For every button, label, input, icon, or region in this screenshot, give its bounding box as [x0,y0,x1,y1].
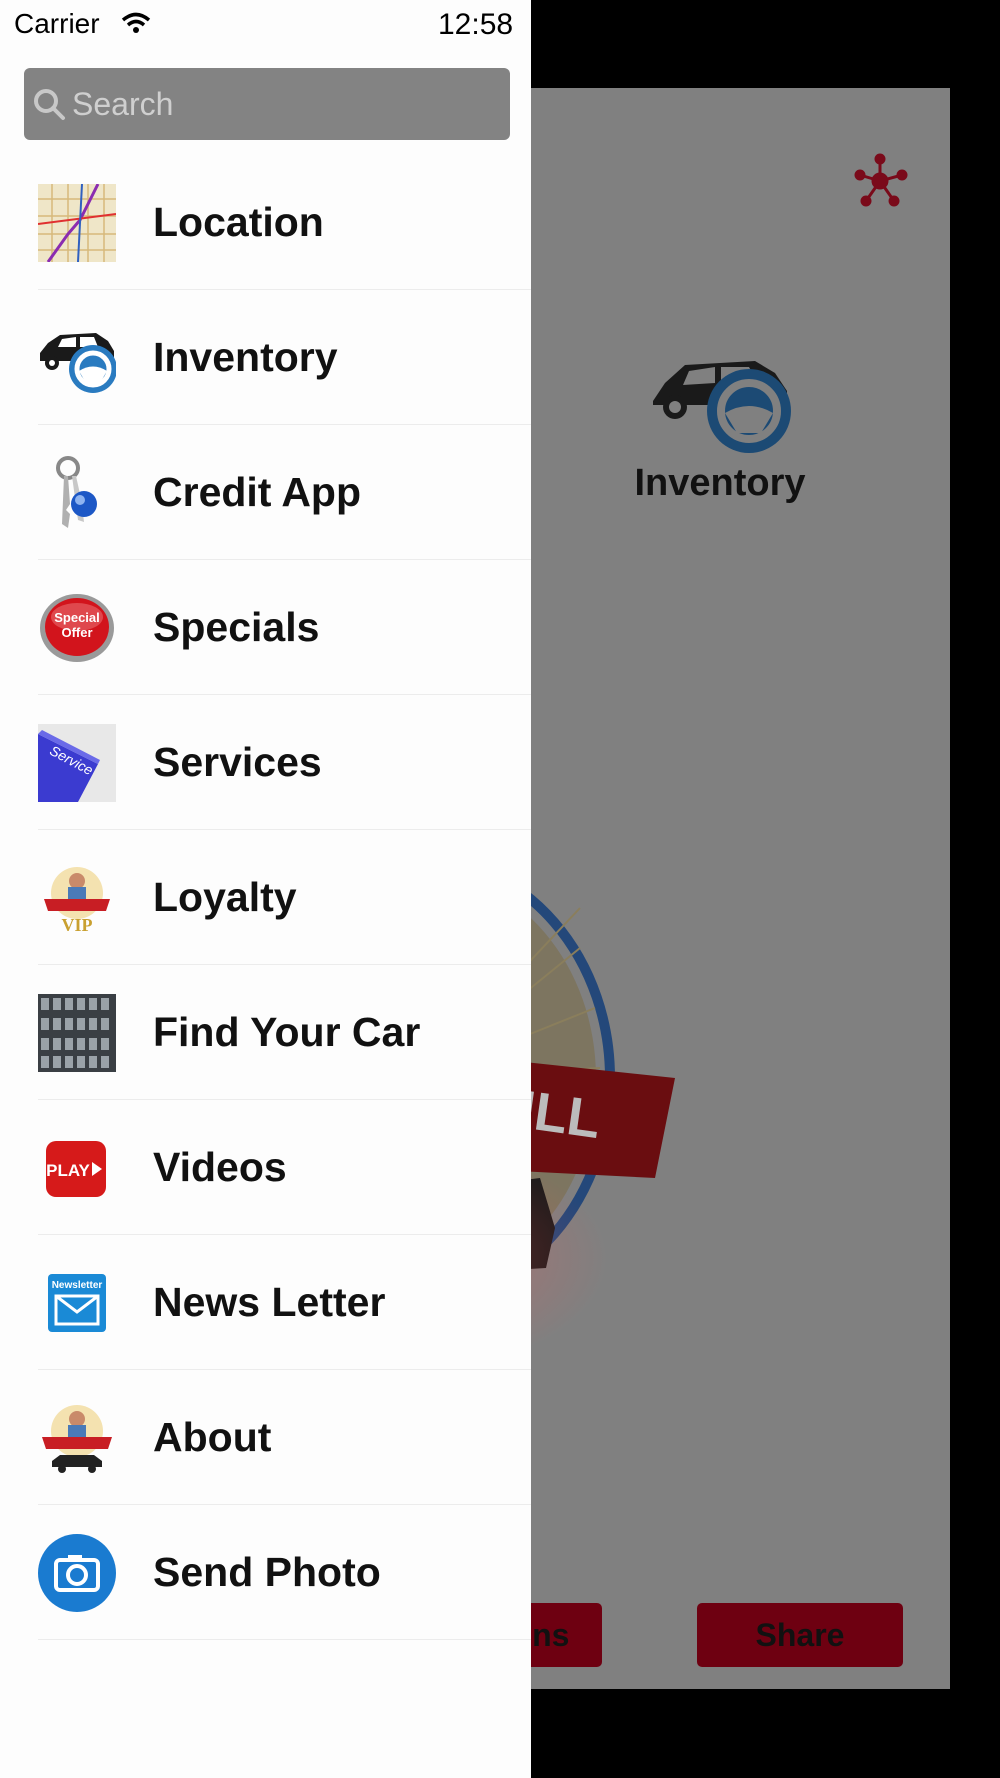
drawer-menu: Location Inventory Credit App Special Of… [0,155,531,1640]
play-icon: PLAY [46,1140,106,1197]
menu-item-label: Credit App [153,469,362,515]
inventory-tile-label: Inventory [634,462,806,504]
special-text: Special [54,610,100,625]
menu-item-videos[interactable]: PLAY Videos [0,1100,531,1235]
share-button-label: Share [755,1616,845,1653]
menu-item-news-letter[interactable]: Newsletter News Letter [0,1235,531,1370]
vip-text: VIP [62,915,93,935]
car-steering-wheel-icon [40,332,116,393]
menu-item-inventory[interactable]: Inventory [0,290,531,425]
camera-icon [38,1533,116,1612]
search-icon [34,89,65,120]
menu-item-label: Services [153,739,322,785]
menu-item-about[interactable]: About [0,1370,531,1505]
offer-text: Offer [61,625,92,640]
vip-logo-icon: VIP [44,866,110,935]
inventory-tile[interactable]: Inventory [620,343,820,505]
menu-item-label: Find Your Car [153,1009,421,1055]
play-text: PLAY [46,1161,90,1180]
search-bar[interactable] [24,68,510,140]
menu-item-send-photo[interactable]: Send Photo [0,1505,531,1640]
clock: 12:58 [438,8,514,41]
menu-item-specials[interactable]: Special Offer Specials [0,560,531,695]
carrier-label: Carrier [14,8,100,39]
menu-item-location[interactable]: Location [0,155,531,290]
special-offer-badge-icon: Special Offer [40,593,114,662]
menu-item-label: News Letter [153,1279,386,1325]
menu-item-label: Inventory [153,334,338,380]
menu-item-label: Loyalty [153,874,297,920]
side-drawer: Carrier 12:58 Location [0,0,531,1778]
dealer-logo-icon [42,1404,112,1473]
menu-item-credit-app[interactable]: Credit App [0,425,531,560]
newsletter-text: Newsletter [52,1280,103,1291]
menu-item-label: Location [153,199,324,245]
menu-item-services[interactable]: Service Services [0,695,531,830]
menu-item-find-your-car[interactable]: Find Your Car [0,965,531,1100]
newsletter-envelope-icon: Newsletter [48,1273,106,1332]
menu-item-label: Videos [153,1144,287,1190]
menu-item-label: About [153,1414,272,1460]
menu-item-label: Send Photo [153,1549,381,1595]
share-button[interactable]: Share [697,1603,903,1667]
search-input[interactable] [72,85,492,123]
wifi-icon [121,12,151,33]
keys-icon [56,455,97,528]
map-icon [38,183,116,262]
car-lot-icon [38,993,116,1072]
menu-item-label: Specials [153,604,320,650]
network-icon[interactable] [852,153,908,209]
status-bar: Carrier 12:58 [0,0,531,50]
car-steering-wheel-icon [653,361,791,453]
service-key-icon: Service [38,723,116,802]
menu-item-loyalty[interactable]: VIP Loyalty [0,830,531,965]
